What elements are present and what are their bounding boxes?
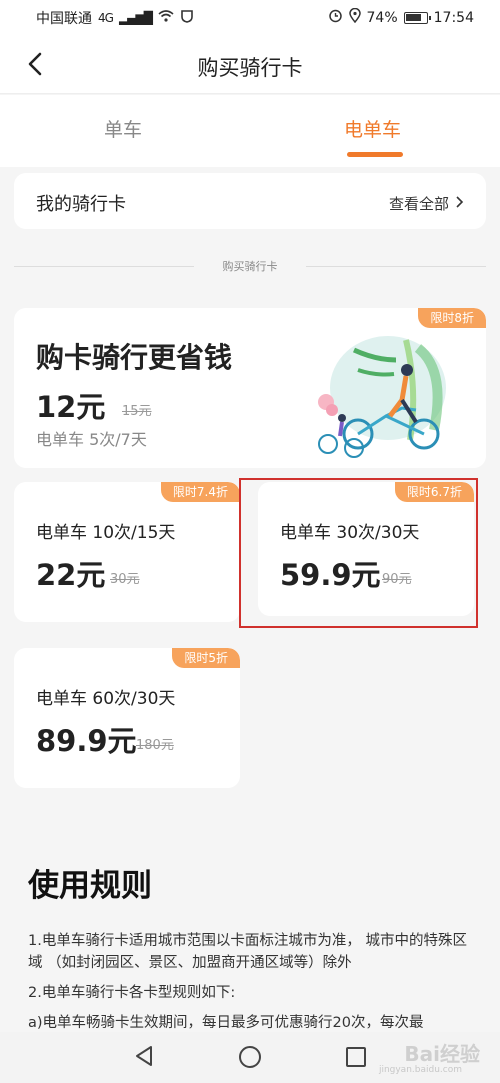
featured-ride-card[interactable]: 限时8折 购卡骑行更省钱 12元 15元 电单车 5次/7天 bbox=[14, 308, 486, 468]
system-nav-bar: Bai经验 jingyan.baidu.com bbox=[0, 1032, 500, 1083]
wifi-icon bbox=[158, 10, 174, 26]
network-label: 4G bbox=[98, 11, 114, 25]
nav-back-icon[interactable] bbox=[133, 1044, 155, 1072]
ride-card-10[interactable]: 限时7.4折 电单车 10次/15天 22元 30元 bbox=[14, 482, 240, 622]
card-description: 电单车 5次/7天 bbox=[36, 430, 147, 449]
watermark-url: jingyan.baidu.com bbox=[378, 1065, 462, 1075]
active-tab-indicator bbox=[347, 152, 403, 157]
signal-icon: ▂▄▆█ bbox=[118, 11, 153, 25]
rule-item: 2.电单车骑行卡各卡型规则如下: bbox=[28, 985, 236, 1001]
card-name: 电单车 60次/30天 bbox=[36, 689, 176, 709]
battery-icon bbox=[403, 11, 431, 24]
discount-badge: 限时7.4折 bbox=[160, 482, 240, 502]
highlight-frame bbox=[239, 478, 478, 628]
rule-item: 1.电单车骑行卡适用城市范围以卡面标注城市为准， 城市中的特殊区域 （如封闭园区… bbox=[28, 933, 467, 971]
nav-home-icon[interactable] bbox=[239, 1046, 261, 1068]
alarm-icon bbox=[328, 8, 343, 27]
card-old-price: 15元 bbox=[122, 404, 152, 419]
tab-bike[interactable]: 单车 bbox=[104, 115, 142, 142]
my-ride-cards-row[interactable]: 我的骑行卡 查看全部 bbox=[14, 173, 486, 229]
shield-icon bbox=[180, 9, 194, 27]
divider-line-right bbox=[306, 266, 486, 267]
status-bar: 中国联通 4G ▂▄▆█ 74% 17:54 bbox=[0, 0, 500, 36]
vehicle-tabs: 单车 电单车 bbox=[0, 95, 500, 167]
app-header: 购买骑行卡 bbox=[0, 36, 500, 94]
section-divider: 购买骑行卡 bbox=[14, 256, 486, 276]
watermark-text: Bai经验 bbox=[404, 1042, 480, 1066]
card-old-price: 180元 bbox=[136, 738, 174, 753]
battery-percent: 74% bbox=[366, 9, 398, 26]
featured-headline: 购卡骑行更省钱 bbox=[36, 341, 233, 374]
tab-ebike[interactable]: 电单车 bbox=[344, 115, 401, 142]
card-price: 22元 bbox=[36, 558, 106, 592]
view-all-link[interactable]: 查看全部 bbox=[389, 193, 464, 214]
card-old-price: 30元 bbox=[110, 572, 140, 587]
clock: 17:54 bbox=[433, 9, 474, 26]
chevron-right-icon bbox=[455, 195, 464, 213]
page-title: 购买骑行卡 bbox=[197, 56, 303, 80]
discount-badge: 限时5折 bbox=[172, 648, 240, 668]
view-all-label: 查看全部 bbox=[388, 195, 449, 213]
ride-card-60[interactable]: 限时5折 电单车 60次/30天 89.9元 180元 bbox=[14, 648, 240, 788]
card-price: 12元 bbox=[36, 390, 106, 424]
rule-item: a)电单车畅骑卡生效期间，每日最多可优惠骑行20次，每次最 bbox=[28, 1015, 424, 1031]
cycling-illustration bbox=[306, 330, 456, 460]
rules-title: 使用规则 bbox=[28, 868, 152, 904]
my-ride-cards-title: 我的骑行卡 bbox=[36, 194, 126, 215]
location-icon bbox=[348, 7, 361, 27]
card-name: 电单车 10次/15天 bbox=[36, 523, 176, 543]
discount-badge: 限时8折 bbox=[418, 308, 486, 328]
carrier-label: 中国联通 bbox=[36, 11, 92, 27]
card-price: 89.9元 bbox=[36, 724, 137, 758]
nav-recent-icon[interactable] bbox=[346, 1047, 366, 1067]
